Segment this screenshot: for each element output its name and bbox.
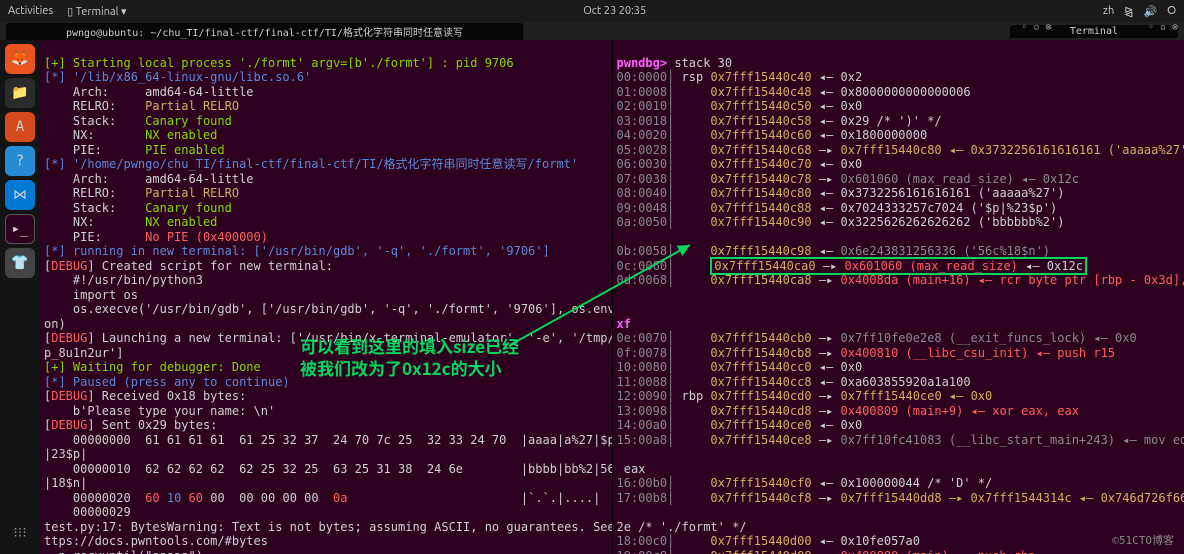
terminal-icon[interactable]: ▸_	[5, 214, 35, 244]
stack-row: 01:0008│ 0x7fff15440c48 ◂— 0x80000000000…	[617, 85, 1181, 100]
app-icon[interactable]: 👕	[5, 248, 35, 278]
stack-row: 18:00c0│ 0x7fff15440d00 ◂— 0x10fe057a0	[617, 534, 1181, 549]
stack-row: 04:0020│ 0x7fff15440c60 ◂— 0x1800000000	[617, 128, 1181, 143]
terminal-right[interactable]: pwndbg> stack 30 00:0000│ rsp 0x7fff1544…	[612, 40, 1184, 554]
power-icon[interactable]: ⭘	[1167, 5, 1176, 18]
stack-row: 11:0088│ 0x7fff15440cc8 ◂— 0xa603855920a…	[617, 375, 1181, 390]
stack-row: 0e:0070│ 0x7fff15440cb0 —▸ 0x7ff10fe0e2e…	[617, 331, 1181, 346]
stack-row: 0a:0050│ 0x7fff15440c90 ◂— 0x32256262626…	[617, 215, 1181, 230]
window-tabs: pwngo@ubuntu: ~/chu_TI/final-ctf/final-c…	[0, 22, 1184, 40]
terminal-left[interactable]: [+] Starting local process './formt' arg…	[40, 40, 612, 554]
stack-row: 07:0038│ 0x7fff15440c78 —▸ 0x601060 (max…	[617, 172, 1181, 187]
stack-row: 08:0040│ 0x7fff15440c80 ◂— 0x37322561616…	[617, 186, 1181, 201]
stack-row: 02:0010│ 0x7fff15440c50 ◂— 0x0	[617, 99, 1181, 114]
stack-row: 14:00a0│ 0x7fff15440ce0 ◂— 0x0	[617, 418, 1181, 433]
firefox-icon[interactable]: 🦊	[5, 44, 35, 74]
stack-row: 09:0048│ 0x7fff15440c88 ◂— 0x7024333257c…	[617, 201, 1181, 216]
window-controls[interactable]: ◦ ▫ ⊗ ◦ ▫ ⊗	[1021, 22, 1178, 33]
vscode-icon[interactable]: ⋈	[5, 180, 35, 210]
gnome-topbar: Activities ▯ Terminal ▾ Oct 23 20:35 zh …	[0, 0, 1184, 22]
stack-row: 05:0028│ 0x7fff15440c68 —▸ 0x7fff15440c8…	[617, 143, 1181, 158]
sound-icon[interactable]: 🔊	[1143, 5, 1157, 18]
software-icon[interactable]: A	[5, 112, 35, 142]
stack-row: 17:00b8│ 0x7fff15440cf8 —▸ 0x7fff15440dd…	[617, 491, 1181, 506]
stack-row: 15:00a8│ 0x7fff15440ce8 —▸ 0x7ff10fc4108…	[617, 433, 1181, 448]
clock[interactable]: Oct 23 20:35	[583, 5, 646, 17]
tab-left[interactable]: pwngo@ubuntu: ~/chu_TI/final-ctf/final-c…	[6, 23, 523, 40]
app-menu[interactable]: ▯ Terminal ▾	[67, 5, 126, 18]
stack-row: 12:0090│ rbp 0x7fff15440cd0 —▸ 0x7fff154…	[617, 389, 1181, 404]
stack-row: 0f:0078│ 0x7fff15440cb8 —▸ 0x400810 (__l…	[617, 346, 1181, 361]
network-icon[interactable]: ⧎	[1124, 5, 1133, 18]
watermark: ©51CTO博客	[1112, 532, 1174, 548]
stack-row: 06:0030│ 0x7fff15440c70 ◂— 0x0	[617, 157, 1181, 172]
apps-grid-icon[interactable]: ⁝⁝⁝	[5, 518, 35, 548]
stack-row: 19:00c8│ 0x7fff15440d08 —▸ 0x400800 (mai…	[617, 549, 1181, 554]
help-icon[interactable]: ?	[5, 146, 35, 176]
stack-row: 13:0098│ 0x7fff15440cd8 —▸ 0x400809 (mai…	[617, 404, 1181, 419]
files-icon[interactable]: 📁	[5, 78, 35, 108]
stack-row: 00:0000│ rsp 0x7fff15440c40 ◂— 0x2	[617, 70, 1181, 85]
launcher: 🦊 📁 A ? ⋈ ▸_ 👕 ⁝⁝⁝	[0, 40, 40, 554]
stack-row: 03:0018│ 0x7fff15440c58 ◂— 0x29 /* ')' *…	[617, 114, 1181, 129]
activities[interactable]: Activities	[8, 5, 53, 18]
stack-row: 10:0080│ 0x7fff15440cc0 ◂— 0x0	[617, 360, 1181, 375]
lang-icon[interactable]: zh	[1103, 5, 1114, 17]
stack-row: 16:00b0│ 0x7fff15440cf0 ◂— 0x100000044 /…	[617, 476, 1181, 491]
